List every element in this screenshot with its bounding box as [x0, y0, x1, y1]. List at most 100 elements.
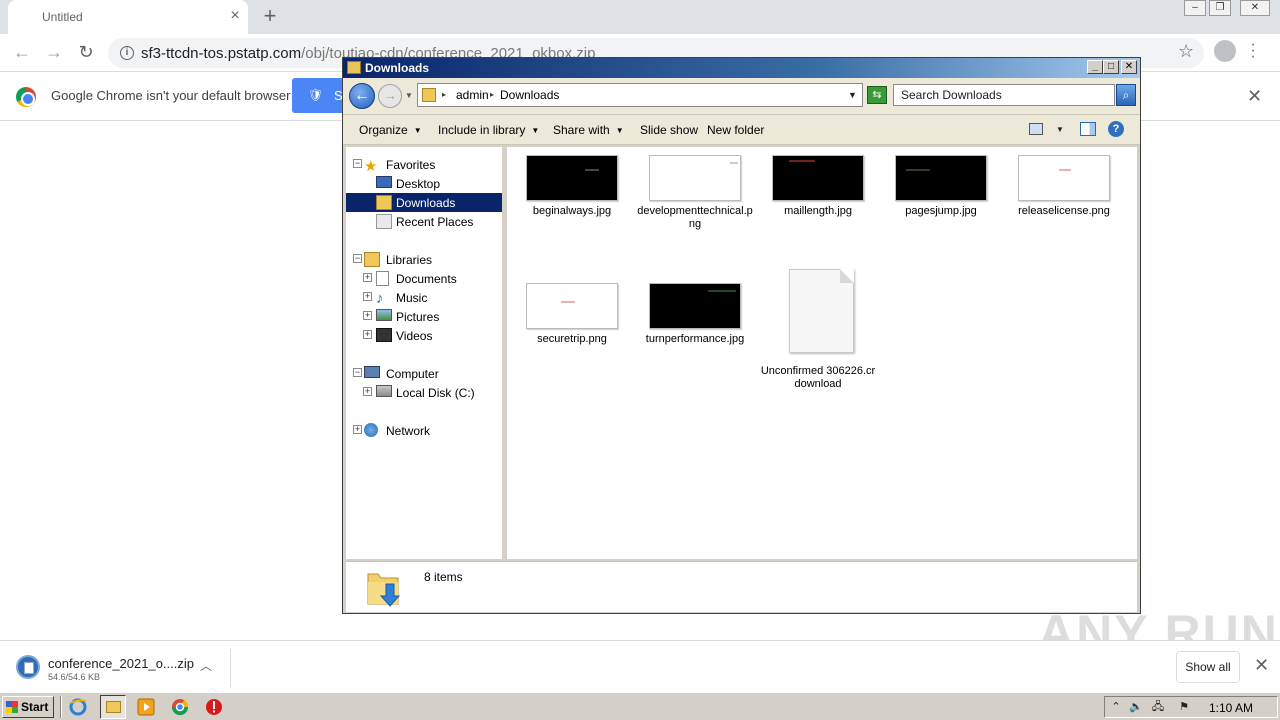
menu-dots-icon[interactable]: · · · — [1248, 37, 1258, 65]
explorer-address-bar[interactable]: ▸ admin ▸ Downloads ▼ — [417, 83, 863, 107]
tree-item-desktop[interactable]: Desktop — [346, 174, 502, 193]
back-button[interactable]: ← — [349, 83, 375, 109]
profile-avatar-icon[interactable] — [1214, 40, 1236, 62]
network-tray-icon[interactable]: 🖧 — [1151, 700, 1165, 714]
history-dropdown-icon[interactable]: ▼ — [405, 91, 413, 100]
refresh-icon[interactable]: ⇆ — [867, 86, 887, 104]
change-view-icon[interactable] — [1029, 123, 1043, 135]
file-item[interactable]: releaselicense.png — [1001, 147, 1111, 237]
tree-item-libraries[interactable]: − Libraries — [346, 250, 502, 269]
internet-explorer-icon[interactable] — [68, 697, 88, 717]
tree-item-computer[interactable]: − Computer — [346, 364, 502, 383]
collapse-icon[interactable]: − — [353, 368, 362, 377]
file-item[interactable]: pagesjump.jpg — [878, 147, 988, 237]
search-input[interactable]: Search Downloads — [893, 84, 1115, 106]
tree-item-favorites[interactable]: − ★ Favorites — [346, 155, 502, 175]
file-item[interactable]: Unconfirmed 306226.crdownload — [755, 269, 875, 390]
breadcrumb-arrow-icon[interactable]: ▸ — [490, 90, 494, 99]
slide-show-button[interactable]: Slide show — [640, 123, 698, 137]
start-button[interactable]: Start — [2, 696, 54, 718]
reload-icon[interactable]: ↻ — [73, 40, 99, 64]
explorer-titlebar[interactable]: Downloads _ □ ✕ — [343, 58, 1140, 78]
show-all-button[interactable]: Show all — [1176, 651, 1240, 683]
forward-arrow-icon[interactable]: → — [41, 40, 67, 64]
tree-item-videos[interactable]: + Videos — [346, 326, 502, 345]
image-thumbnail — [1018, 155, 1110, 201]
chevron-up-icon[interactable]: ︿ — [200, 657, 212, 674]
image-thumbnail — [772, 155, 864, 201]
breadcrumb-arrow-icon[interactable]: ▸ — [442, 90, 446, 99]
tree-label: Downloads — [396, 196, 456, 210]
file-name: developmenttechnical.png — [637, 205, 753, 230]
system-tray: ⌃ 🔈 🖧 ⚑ 1:10 AM — [1104, 696, 1278, 718]
computer-icon — [364, 366, 380, 378]
maximize-icon[interactable]: □ — [1103, 60, 1119, 74]
file-item[interactable]: turnperformance.jpg — [632, 275, 744, 365]
expand-icon[interactable]: + — [363, 292, 372, 301]
close-download-bar-icon[interactable]: ✕ — [1254, 655, 1269, 676]
download-file-name[interactable]: conference_2021_o....zip — [48, 656, 194, 671]
image-thumbnail — [526, 283, 618, 329]
preview-pane-icon[interactable] — [1080, 122, 1096, 136]
restore-icon[interactable]: ❐ — [1209, 0, 1231, 16]
tree-label: Videos — [396, 329, 433, 343]
media-player-icon[interactable] — [136, 697, 156, 717]
action-center-flag-icon[interactable]: ⚑ — [1177, 700, 1191, 714]
search-icon[interactable]: ⌕ — [1116, 84, 1136, 106]
tree-item-recent-places[interactable]: Recent Places — [346, 212, 502, 231]
tree-item-local-disk[interactable]: + Local Disk (C:) — [346, 383, 502, 402]
info-icon[interactable]: i — [120, 46, 134, 60]
expand-icon[interactable]: + — [353, 425, 362, 434]
close-icon[interactable]: ✕ — [1121, 60, 1137, 74]
share-with-label: Share with — [553, 123, 610, 137]
expand-icon[interactable]: + — [363, 273, 372, 282]
organize-button[interactable]: Organize ▼ — [359, 123, 422, 137]
file-item[interactable]: developmenttechnical.png — [632, 147, 753, 237]
new-tab-icon[interactable]: + — [259, 5, 281, 27]
recent-places-icon — [376, 214, 392, 229]
expand-icon[interactable]: + — [363, 330, 372, 339]
back-arrow-icon[interactable]: ← — [9, 40, 35, 64]
close-tab-icon[interactable]: × — [226, 7, 244, 25]
file-item[interactable]: securetrip.png — [509, 275, 619, 365]
include-in-library-label: Include in library — [438, 123, 526, 137]
address-dropdown-icon[interactable]: ▼ — [848, 90, 857, 100]
tab-strip: Untitled × + – ❐ ✕ — [0, 0, 1280, 34]
volume-icon[interactable]: 🔈 — [1129, 700, 1143, 714]
collapse-icon[interactable]: − — [353, 159, 362, 168]
tree-item-network[interactable]: + Network — [346, 421, 502, 440]
tree-item-downloads[interactable]: Downloads — [346, 193, 502, 212]
expand-icon[interactable]: + — [363, 387, 372, 396]
chrome-icon[interactable] — [170, 697, 190, 717]
windows-explorer-taskbar-button[interactable] — [100, 695, 126, 719]
bookmark-star-icon[interactable]: ☆ — [1178, 41, 1194, 62]
show-hidden-icons-icon[interactable]: ⌃ — [1109, 700, 1123, 714]
tree-item-pictures[interactable]: + Pictures — [346, 307, 502, 326]
close-window-icon[interactable]: ✕ — [1240, 0, 1270, 16]
expand-icon[interactable]: + — [363, 311, 372, 320]
minimize-icon[interactable]: – — [1184, 0, 1206, 16]
chevron-down-icon[interactable]: ▼ — [1056, 125, 1064, 134]
breadcrumb-downloads[interactable]: Downloads — [500, 88, 559, 102]
file-name: releaselicense.png — [1018, 205, 1110, 217]
videos-icon — [376, 328, 392, 342]
breadcrumb-admin[interactable]: admin — [456, 88, 489, 102]
browser-tab[interactable]: Untitled × — [8, 0, 248, 34]
stop-alert-icon[interactable] — [204, 697, 224, 717]
tree-item-music[interactable]: + ♪ Music — [346, 288, 502, 307]
help-icon[interactable]: ? — [1108, 121, 1124, 137]
new-folder-button[interactable]: New folder — [707, 123, 764, 137]
share-with-button[interactable]: Share with ▼ — [553, 123, 624, 137]
file-item[interactable]: beginalways.jpg — [509, 147, 619, 237]
minimize-icon[interactable]: _ — [1087, 60, 1103, 74]
folder-icon — [106, 701, 121, 713]
forward-button[interactable]: → — [378, 84, 402, 108]
tree-label: Libraries — [386, 253, 433, 267]
clock[interactable]: 1:10 AM — [1209, 701, 1253, 715]
tree-item-documents[interactable]: + Documents — [346, 269, 502, 288]
collapse-icon[interactable]: − — [353, 254, 362, 263]
include-in-library-button[interactable]: Include in library ▼ — [438, 123, 539, 137]
close-infobar-icon[interactable]: ✕ — [1247, 86, 1262, 107]
file-item[interactable]: maillength.jpg — [755, 147, 865, 237]
file-name: beginalways.jpg — [532, 205, 612, 217]
